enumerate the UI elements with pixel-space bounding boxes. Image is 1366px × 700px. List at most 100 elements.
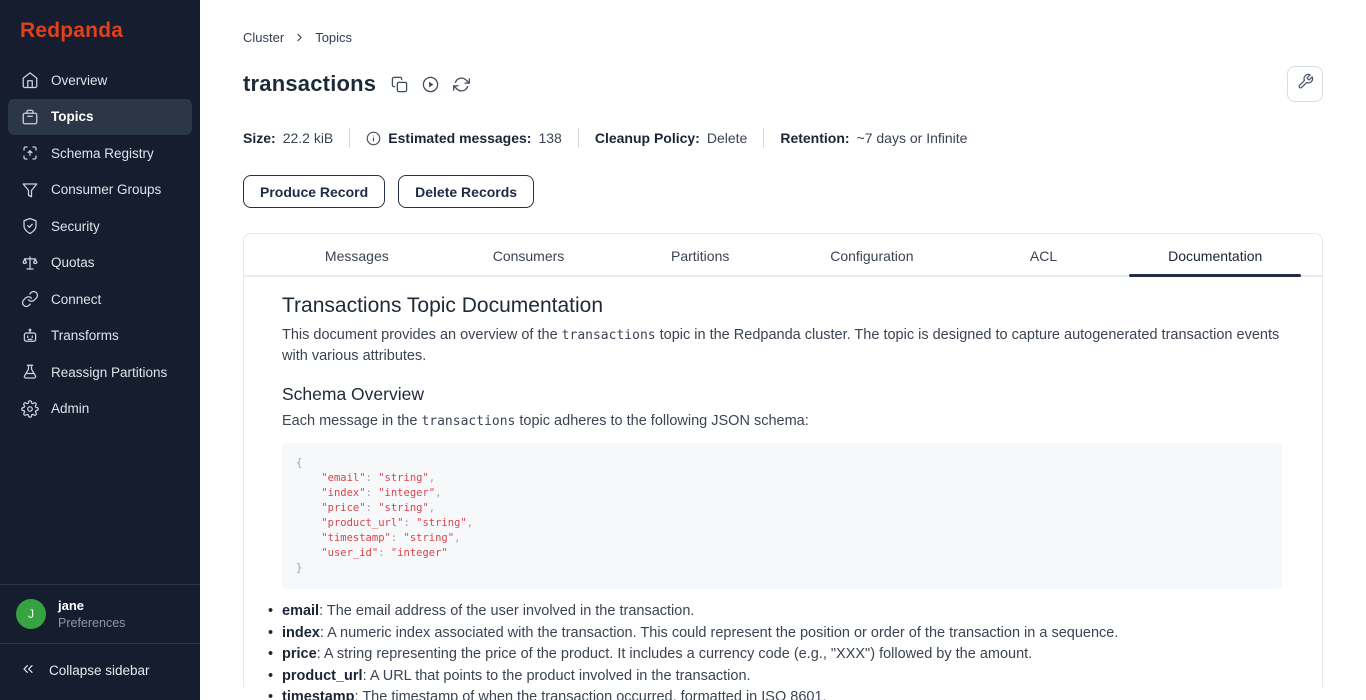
sidebar-item-label: Overview [51,73,107,88]
stat-divider [349,128,350,148]
field-item-price: price: A string representing the price o… [282,644,1282,666]
doc-intro: This document provides an overview of th… [282,325,1282,367]
produce-record-button[interactable]: Produce Record [243,175,385,208]
tab-messages[interactable]: Messages [271,234,443,275]
title-row: transactions [243,66,1323,102]
stat-label: Retention: [780,130,849,146]
collapse-sidebar-button[interactable]: Collapse sidebar [0,644,200,700]
doc-title: Transactions Topic Documentation [282,294,1282,318]
breadcrumb: Cluster Topics [243,30,1323,45]
sidebar-item-security[interactable]: Security [8,208,192,245]
sidebar-bottom: J jane Preferences Collapse sidebar [0,584,200,700]
sidebar-item-label: Transforms [51,328,119,343]
tab-configuration[interactable]: Configuration [786,234,958,275]
filter-icon [21,181,39,199]
stat-value: Delete [707,130,747,146]
breadcrumb-cluster[interactable]: Cluster [243,30,284,45]
info-icon [366,131,381,146]
link-icon [21,290,39,308]
stat-value: 22.2 kiB [283,130,334,146]
wrench-icon [1297,73,1314,95]
field-term: price [282,646,317,662]
topic-stats: Size: 22.2 kiB Estimated messages: 138 Clean… [243,128,1323,148]
stat-divider [763,128,764,148]
sidebar-item-overview[interactable]: Overview [8,62,192,99]
stat-divider [578,128,579,148]
stat-estimated-messages: Estimated messages: 138 [366,130,562,146]
shield-icon [21,217,39,235]
tab-acl[interactable]: ACL [958,234,1130,275]
topic-tabs: MessagesConsumersPartitionsConfiguration… [244,234,1322,277]
stat-cleanup-policy: Cleanup Policy: Delete [595,130,748,146]
delete-records-button[interactable]: Delete Records [398,175,534,208]
sidebar-item-quotas[interactable]: Quotas [8,245,192,282]
sidebar-item-topics[interactable]: Topics [8,99,192,136]
json-schema-code-block: { "email": "string", "index": "integer",… [282,443,1282,589]
stat-size: Size: 22.2 kiB [243,130,333,146]
topic-actions: Produce Record Delete Records [243,175,1323,208]
breadcrumb-topics[interactable]: Topics [315,30,352,45]
sidebar-item-admin[interactable]: Admin [8,391,192,428]
field-item-index: index: A numeric index associated with t… [282,623,1282,645]
flask-icon [21,363,39,381]
stat-label: Estimated messages: [388,130,531,146]
field-item-email: email: The email address of the user inv… [282,601,1282,623]
documentation-panel: Transactions Topic Documentation This do… [244,277,1322,700]
field-term: index [282,625,320,641]
robot-icon [21,327,39,345]
scan-icon [21,144,39,162]
main-content: Cluster Topics transactions Size: 22.2 ki… [200,0,1366,700]
chevron-right-icon [293,31,306,44]
home-icon [21,71,39,89]
sidebar-nav: Overview Topics Schema Registry Consumer Gr… [0,43,200,584]
sidebar-item-reassign-partitions[interactable]: Reassign Partitions [8,354,192,391]
redpanda-logo[interactable]: Redpanda [0,0,200,43]
stat-label: Size: [243,130,276,146]
sidebar-item-connect[interactable]: Connect [8,281,192,318]
tools-button[interactable] [1287,66,1323,102]
user-name: jane [58,598,125,613]
refresh-icon[interactable] [453,76,470,93]
sidebar-item-label: Topics [51,109,94,124]
user-menu[interactable]: J jane Preferences [0,585,200,643]
field-item-timestamp: timestamp: The timestamp of when the tra… [282,687,1282,700]
topic-detail-card: MessagesConsumersPartitionsConfiguration… [243,233,1323,687]
user-preferences-link[interactable]: Preferences [58,616,125,630]
stat-label: Cleanup Policy: [595,130,700,146]
stat-value: 138 [538,130,561,146]
stat-retention: Retention: ~7 days or Infinite [780,130,967,146]
tab-consumers[interactable]: Consumers [443,234,615,275]
field-term: timestamp [282,689,355,700]
field-term: product_url [282,668,363,684]
sidebar-item-label: Security [51,219,100,234]
sidebar-item-label: Admin [51,401,89,416]
sidebar-item-label: Schema Registry [51,146,154,161]
tab-documentation[interactable]: Documentation [1129,234,1301,275]
schema-overview-heading: Schema Overview [282,384,1282,405]
inline-code: transactions [562,328,656,343]
tab-partitions[interactable]: Partitions [614,234,786,275]
field-item-product-url: product_url: A URL that points to the pr… [282,666,1282,688]
chevrons-left-icon [20,661,36,680]
sidebar-item-label: Reassign Partitions [51,365,167,380]
scale-icon [21,254,39,272]
page-title: transactions [243,71,376,97]
play-circle-icon[interactable] [422,76,439,93]
box-icon [21,108,39,126]
sidebar-item-label: Consumer Groups [51,182,161,197]
sidebar-item-label: Connect [51,292,101,307]
field-term: email [282,603,319,619]
sidebar-item-consumer-groups[interactable]: Consumer Groups [8,172,192,209]
sidebar-item-schema-registry[interactable]: Schema Registry [8,135,192,172]
collapse-sidebar-label: Collapse sidebar [49,663,150,678]
sidebar-item-transforms[interactable]: Transforms [8,318,192,355]
field-descriptions-list: email: The email address of the user inv… [282,601,1282,700]
copy-topic-name-button[interactable] [391,76,408,93]
sidebar: Redpanda Overview Topics Schema Registry Co… [0,0,200,700]
inline-code: transactions [421,414,515,429]
avatar: J [16,599,46,629]
schema-intro: Each message in the transactions topic a… [282,411,1282,432]
stat-value: ~7 days or Infinite [857,130,968,146]
sidebar-item-label: Quotas [51,255,95,270]
gear-icon [21,400,39,418]
